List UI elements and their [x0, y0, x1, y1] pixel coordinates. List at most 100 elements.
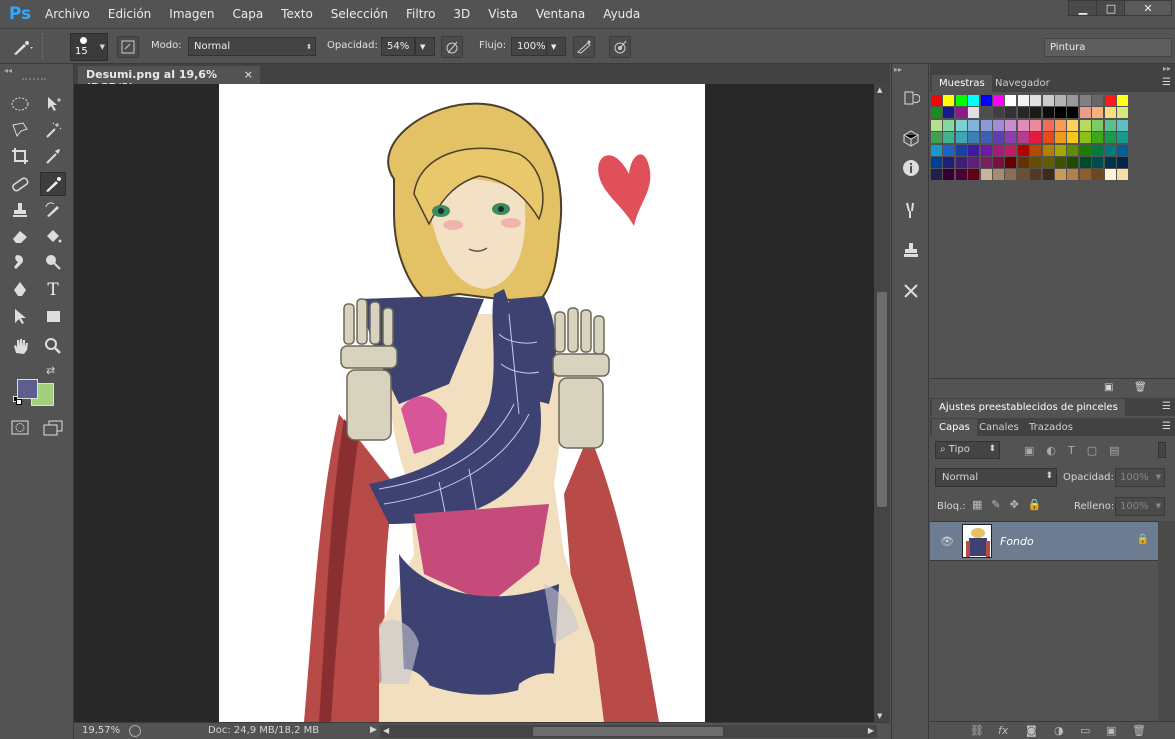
color-swatch[interactable]	[1117, 157, 1128, 168]
color-swatch[interactable]	[1005, 119, 1017, 131]
zoom-tool[interactable]	[40, 334, 66, 358]
color-swatch[interactable]	[968, 119, 980, 131]
color-swatch[interactable]	[955, 95, 967, 106]
color-swatch[interactable]	[993, 95, 1004, 106]
color-swatch[interactable]	[1079, 119, 1091, 131]
pressure-opacity-button[interactable]	[441, 36, 463, 58]
color-swatch[interactable]	[1092, 107, 1104, 119]
color-swatch[interactable]	[1017, 107, 1029, 119]
minimize-button[interactable]: ▁	[1068, 0, 1098, 16]
color-swatch[interactable]	[1030, 119, 1042, 131]
color-swatch[interactable]	[955, 107, 967, 119]
close-tab-icon[interactable]: ×	[244, 68, 253, 81]
color-swatch[interactable]	[931, 119, 942, 131]
quick-mask-button[interactable]	[7, 416, 33, 440]
eye-visibility-icon[interactable]: 👁	[940, 535, 954, 548]
magic-wand-tool[interactable]	[40, 118, 66, 142]
document-tab[interactable]: Desumi.png al 19,6% (RGB/8) ×	[78, 66, 260, 94]
color-swatch[interactable]	[993, 157, 1004, 168]
panel-menu-icon[interactable]: ☰	[1162, 77, 1171, 88]
layer-filter-select[interactable]: ⌕ Tipo ⬍	[935, 441, 1000, 459]
color-swatch[interactable]	[1042, 107, 1054, 119]
color-swatch[interactable]	[1104, 107, 1116, 119]
color-swatch[interactable]	[1005, 157, 1017, 168]
color-swatch[interactable]	[1042, 132, 1054, 144]
color-swatch[interactable]	[1104, 157, 1116, 168]
tab-layers[interactable]: Capas	[932, 419, 977, 436]
panel-menu-icon[interactable]: ☰	[1162, 421, 1171, 432]
menu-item[interactable]: Archivo	[36, 0, 99, 28]
tab-paths[interactable]: Trazados	[1022, 419, 1080, 436]
color-swatch[interactable]	[943, 169, 955, 181]
color-swatch[interactable]	[1055, 157, 1066, 168]
opacity-dropdown[interactable]: ▼	[415, 37, 435, 56]
color-swatch[interactable]	[1079, 169, 1091, 181]
brush-panel-button[interactable]	[896, 198, 926, 222]
flow-dropdown[interactable]: ▼	[546, 37, 566, 56]
menu-item[interactable]: Vista	[479, 0, 527, 28]
dodge-tool[interactable]	[40, 250, 66, 274]
color-swatch[interactable]	[931, 157, 942, 168]
color-swatch[interactable]	[1079, 157, 1091, 168]
color-swatch[interactable]	[1104, 132, 1116, 144]
swap-colors-icon[interactable]: ⇄	[46, 364, 55, 377]
color-swatch[interactable]	[1104, 95, 1116, 106]
tab-swatches[interactable]: Muestras	[932, 75, 992, 92]
color-swatch[interactable]	[993, 132, 1004, 144]
pressure-size-button[interactable]	[609, 36, 631, 58]
color-swatch[interactable]	[1117, 169, 1128, 181]
scroll-right-icon[interactable]: ▶	[868, 726, 874, 735]
status-menu-arrow-icon[interactable]: ▶	[370, 725, 377, 735]
color-swatch[interactable]	[1030, 157, 1042, 168]
color-swatch[interactable]	[1030, 132, 1042, 144]
maximize-button[interactable]: □	[1096, 0, 1126, 16]
clone-source-panel-button[interactable]	[896, 238, 926, 262]
tab-channels[interactable]: Canales	[972, 419, 1026, 436]
color-swatch[interactable]	[1055, 107, 1066, 119]
layer-blend-mode-select[interactable]: Normal ⬍	[935, 468, 1057, 487]
color-swatch[interactable]	[1055, 119, 1066, 131]
color-swatch[interactable]	[1092, 119, 1104, 131]
toolbox-grip[interactable]	[22, 78, 46, 80]
layer-filter-icons[interactable]: ▣◐T▢▤	[1024, 444, 1132, 457]
color-swatch[interactable]	[1055, 132, 1066, 144]
menu-item[interactable]: Texto	[272, 0, 322, 28]
menu-item[interactable]: Imagen	[160, 0, 223, 28]
menu-item[interactable]: Capa	[223, 0, 272, 28]
add-mask-icon[interactable]: ◙	[1026, 724, 1037, 737]
color-swatch[interactable]	[1067, 132, 1079, 144]
color-swatch[interactable]	[968, 157, 980, 168]
color-swatch[interactable]	[955, 119, 967, 131]
color-swatch[interactable]	[1005, 169, 1017, 181]
mode-select[interactable]: Normal ⬍	[188, 37, 316, 56]
type-tool[interactable]: T	[40, 278, 66, 302]
menu-item[interactable]: Selección	[322, 0, 397, 28]
brush-size-picker[interactable]: 15 ▼	[70, 33, 108, 61]
lasso-tool[interactable]	[7, 118, 33, 142]
color-swatch[interactable]	[1067, 144, 1079, 156]
layer-fill-input[interactable]: 100% ▼	[1115, 497, 1165, 516]
workspace-switcher[interactable]: Pintura	[1044, 38, 1172, 57]
color-swatch[interactable]	[955, 144, 967, 156]
screen-mode-button[interactable]	[40, 416, 66, 440]
color-swatch[interactable]	[1117, 119, 1128, 131]
airbrush-button[interactable]	[573, 36, 595, 58]
color-swatch[interactable]	[1017, 157, 1029, 168]
color-swatch[interactable]	[993, 169, 1004, 181]
smudge-tool[interactable]	[7, 250, 33, 274]
color-swatch[interactable]	[955, 169, 967, 181]
info-panel-button[interactable]	[896, 156, 926, 180]
color-swatch[interactable]	[1042, 144, 1054, 156]
color-swatch[interactable]	[943, 132, 955, 144]
color-swatch[interactable]	[1092, 169, 1104, 181]
tool-presets-panel-button[interactable]	[896, 279, 926, 303]
menu-item[interactable]: Ventana	[527, 0, 594, 28]
color-swatch[interactable]	[968, 169, 980, 181]
color-swatch[interactable]	[980, 144, 992, 156]
menu-item[interactable]: 3D	[444, 0, 479, 28]
link-layers-icon[interactable]: ⛓	[970, 724, 984, 737]
new-group-icon[interactable]: ▭	[1080, 724, 1090, 737]
color-swatch[interactable]	[943, 157, 955, 168]
paint-bucket-tool[interactable]	[40, 224, 66, 248]
color-swatch[interactable]	[931, 144, 942, 156]
